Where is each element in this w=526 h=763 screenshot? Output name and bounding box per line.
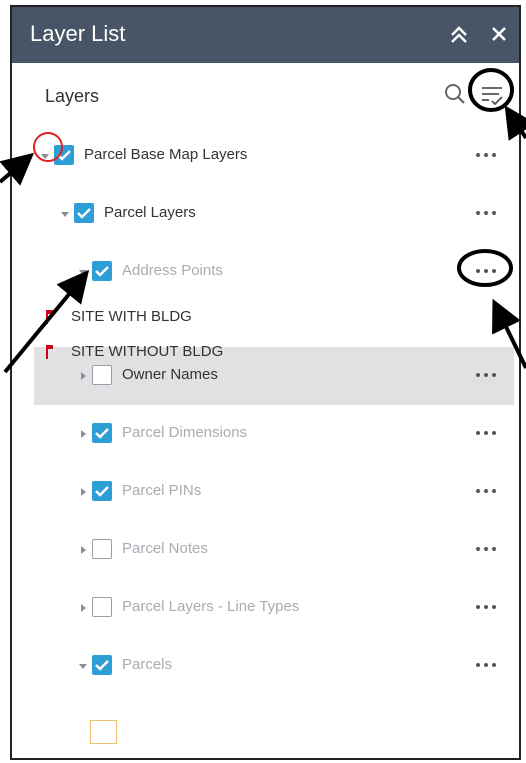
legend-item: SITE WITH BLDG bbox=[45, 302, 345, 334]
collapse-icon bbox=[451, 26, 467, 43]
legend-label: SITE WITH BLDG bbox=[71, 308, 192, 325]
layer-checkbox[interactable] bbox=[92, 481, 112, 501]
collapse-button[interactable] bbox=[446, 19, 472, 49]
caret-down-icon[interactable] bbox=[60, 209, 70, 219]
legend-item: SITE WITHOUT BLDG bbox=[45, 337, 345, 369]
layer-checkbox[interactable] bbox=[92, 597, 112, 617]
caret-down-icon[interactable] bbox=[78, 661, 88, 671]
search-icon bbox=[445, 84, 465, 104]
caret-right-icon[interactable] bbox=[78, 429, 88, 439]
layer-label: Parcel Layers bbox=[104, 204, 196, 221]
panel-header: Layer List bbox=[12, 7, 519, 63]
more-options-button[interactable] bbox=[473, 206, 499, 220]
layer-label: Parcel PINs bbox=[122, 482, 202, 499]
more-options-button[interactable] bbox=[473, 264, 499, 278]
checkmark-icon bbox=[95, 266, 109, 277]
layer-checkbox[interactable] bbox=[92, 423, 112, 443]
parcel-symbol bbox=[90, 720, 117, 744]
layer-row[interactable]: Parcels bbox=[12, 637, 519, 695]
more-options-icon bbox=[476, 373, 496, 377]
checkmark-icon bbox=[95, 428, 109, 439]
layer-row[interactable]: Parcel Dimensions bbox=[12, 405, 519, 463]
layer-checkbox[interactable] bbox=[54, 145, 74, 165]
checkmark-icon bbox=[77, 208, 91, 219]
layer-checkbox[interactable] bbox=[92, 655, 112, 675]
layer-label: Parcel Dimensions bbox=[122, 424, 248, 441]
more-options-icon bbox=[476, 605, 496, 609]
layer-label: Parcels bbox=[122, 656, 173, 673]
close-button[interactable] bbox=[486, 19, 512, 49]
layer-row[interactable]: Parcel Base Map Layers bbox=[12, 127, 519, 185]
more-options-icon bbox=[476, 431, 496, 435]
caret-right-icon[interactable] bbox=[78, 487, 88, 497]
search-button[interactable] bbox=[444, 83, 466, 105]
more-options-button[interactable] bbox=[473, 658, 499, 672]
more-options-icon bbox=[476, 547, 496, 551]
more-options-button[interactable] bbox=[473, 148, 499, 162]
layer-row[interactable]: Address Points bbox=[12, 243, 519, 301]
more-options-icon bbox=[476, 663, 496, 667]
caret-down-icon[interactable] bbox=[78, 267, 88, 277]
layer-checkbox[interactable] bbox=[74, 203, 94, 223]
layer-label: Parcel Notes bbox=[122, 540, 208, 557]
more-options-button[interactable] bbox=[473, 542, 499, 556]
layers-heading: Layers bbox=[45, 86, 100, 106]
layer-row[interactable]: Parcel Notes bbox=[12, 521, 519, 579]
layer-label: Parcel Base Map Layers bbox=[84, 146, 248, 163]
more-options-icon bbox=[476, 211, 496, 215]
flag-icon bbox=[46, 345, 53, 359]
checkmark-icon bbox=[95, 660, 109, 671]
caret-right-icon[interactable] bbox=[78, 545, 88, 555]
layer-checkbox[interactable] bbox=[92, 261, 112, 281]
layer-row[interactable]: Parcel Layers - Line Types bbox=[12, 579, 519, 637]
layer-label: Parcel Layers - Line Types bbox=[122, 598, 300, 615]
close-icon bbox=[492, 27, 506, 41]
more-options-button[interactable] bbox=[473, 484, 499, 498]
more-options-icon bbox=[476, 489, 496, 493]
checkmark-icon bbox=[95, 486, 109, 497]
layer-row[interactable]: Parcel Layers bbox=[12, 185, 519, 243]
more-options-icon bbox=[476, 153, 496, 157]
caret-right-icon[interactable] bbox=[78, 603, 88, 613]
more-options-icon bbox=[476, 269, 496, 273]
more-options-button[interactable] bbox=[473, 600, 499, 614]
checkmark-icon bbox=[57, 150, 71, 161]
caret-right-icon[interactable] bbox=[78, 371, 88, 381]
layer-checkbox[interactable] bbox=[92, 539, 112, 559]
legend-label: SITE WITHOUT BLDG bbox=[71, 343, 224, 360]
layer-options-button[interactable] bbox=[477, 80, 507, 110]
panel-title: Layer List bbox=[30, 21, 126, 46]
layer-row[interactable]: Parcel PINs bbox=[12, 463, 519, 521]
more-options-button[interactable] bbox=[473, 368, 499, 382]
caret-down-icon[interactable] bbox=[40, 151, 50, 161]
filter-options-icon bbox=[482, 87, 503, 106]
flag-icon bbox=[46, 310, 53, 324]
more-options-button[interactable] bbox=[473, 426, 499, 440]
layer-list-panel: Layer List Layers Parcel Base Map Layers… bbox=[10, 5, 521, 760]
layer-label: Address Points bbox=[122, 262, 223, 279]
